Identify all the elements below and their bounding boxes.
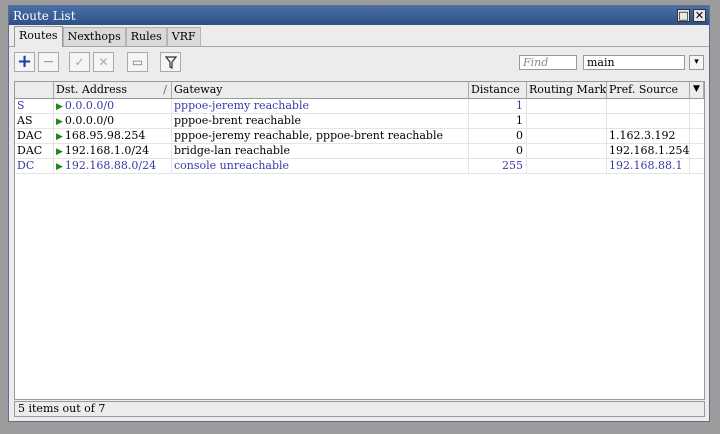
cell-pref bbox=[607, 99, 690, 113]
column-menu-icon[interactable]: ▼ bbox=[690, 82, 704, 98]
check-icon: ✓ bbox=[74, 55, 85, 69]
tab-rules[interactable]: Rules bbox=[125, 27, 167, 46]
cell-flags: DAC bbox=[15, 144, 54, 158]
cell-dst: ▶ 192.168.1.0/24 bbox=[54, 144, 172, 158]
route-active-icon: ▶ bbox=[56, 117, 63, 127]
title-bar[interactable]: Route List □ ✕ bbox=[9, 6, 709, 25]
column-flags[interactable] bbox=[15, 82, 54, 98]
minus-icon: − bbox=[42, 54, 55, 70]
column-dst-address[interactable]: Dst. Address / bbox=[54, 82, 172, 98]
comment-button[interactable]: ▭ bbox=[127, 52, 148, 72]
cell-distance: 0 bbox=[469, 129, 527, 143]
plus-icon: + bbox=[16, 51, 33, 72]
find-input[interactable]: Find bbox=[519, 55, 577, 70]
cell-dst-text: 192.168.88.0/24 bbox=[64, 159, 157, 172]
x-icon: ✕ bbox=[98, 55, 109, 69]
comment-icon: ▭ bbox=[131, 55, 144, 69]
cell-mark bbox=[527, 114, 607, 128]
cell-dst: ▶ 0.0.0.0/0 bbox=[54, 99, 172, 113]
cell-pref: 1.162.3.192 bbox=[607, 129, 690, 143]
sort-icon: / bbox=[163, 83, 167, 96]
cell-pref: 192.168.88.1 bbox=[607, 159, 690, 173]
column-label: Dst. Address bbox=[56, 83, 127, 96]
cell-flags: DAC bbox=[15, 129, 54, 143]
cell-flags: S bbox=[15, 99, 54, 113]
toolbar: + − ✓ ✕ ▭ Find main ▾ bbox=[9, 47, 709, 77]
filter-button[interactable] bbox=[160, 52, 181, 72]
cell-pref: 192.168.1.254 bbox=[609, 144, 690, 158]
status-bar: 5 items out of 7 bbox=[14, 401, 705, 417]
cell-distance: 0 bbox=[469, 144, 527, 158]
table-row[interactable]: AS ▶ 0.0.0.0/0 pppoe-brent reachable 1 bbox=[15, 114, 704, 129]
add-button[interactable]: + bbox=[14, 52, 35, 72]
column-routing-mark[interactable]: Routing Mark bbox=[527, 82, 607, 98]
cell-dst-text: 0.0.0.0/0 bbox=[64, 99, 115, 112]
disable-button[interactable]: ✕ bbox=[93, 52, 114, 72]
cell-dst: ▶ 192.168.88.0/24 bbox=[54, 159, 172, 173]
tab-vrf[interactable]: VRF bbox=[166, 27, 201, 46]
tab-nexthops[interactable]: Nexthops bbox=[62, 27, 126, 46]
cell-dst-text: 168.95.98.254 bbox=[64, 129, 146, 142]
table-row[interactable]: DC ▶ 192.168.88.0/24 console unreachable … bbox=[15, 159, 704, 174]
route-table: Dst. Address / Gateway Distance Routing … bbox=[14, 81, 705, 400]
cell-dst: ▶ 168.95.98.254 bbox=[54, 129, 172, 143]
remove-button[interactable]: − bbox=[38, 52, 59, 72]
filter-icon bbox=[164, 55, 177, 69]
route-active-icon: ▶ bbox=[56, 147, 63, 157]
tab-bar: Routes Nexthops Rules VRF bbox=[9, 25, 709, 47]
cell-mark bbox=[527, 99, 607, 113]
cell-mark bbox=[527, 129, 607, 143]
cell-distance: 1 bbox=[469, 114, 527, 128]
cell-flags: DC bbox=[15, 159, 54, 173]
window-title: Route List bbox=[13, 8, 76, 23]
route-active-icon: ▶ bbox=[56, 162, 63, 172]
table-row[interactable]: S ▶ 0.0.0.0/0 pppoe-jeremy reachable 1 bbox=[15, 99, 704, 114]
cell-gateway: bridge-lan reachable bbox=[172, 144, 469, 158]
route-active-icon: ▶ bbox=[56, 102, 63, 112]
table-header: Dst. Address / Gateway Distance Routing … bbox=[15, 82, 704, 99]
cell-dst-text: 192.168.1.0/24 bbox=[64, 144, 150, 157]
maximize-icon[interactable]: □ bbox=[677, 9, 690, 22]
close-icon[interactable]: ✕ bbox=[693, 9, 706, 22]
routing-table-select[interactable]: main bbox=[583, 55, 685, 70]
table-row[interactable]: DAC ▶ 192.168.1.0/24 bridge-lan reachable… bbox=[15, 144, 704, 159]
column-pref-source[interactable]: Pref. Source bbox=[607, 82, 690, 98]
cell-dst: ▶ 0.0.0.0/0 bbox=[54, 114, 172, 128]
cell-mark bbox=[527, 144, 607, 158]
cell-mark bbox=[527, 159, 607, 173]
column-gateway[interactable]: Gateway bbox=[172, 82, 469, 98]
cell-pref bbox=[607, 114, 690, 128]
cell-gateway: pppoe-jeremy reachable, pppoe-brent reac… bbox=[172, 129, 469, 143]
enable-button[interactable]: ✓ bbox=[69, 52, 90, 72]
tab-routes[interactable]: Routes bbox=[14, 26, 63, 47]
cell-gateway: pppoe-brent reachable bbox=[172, 114, 469, 128]
cell-gateway: pppoe-jeremy reachable bbox=[172, 99, 469, 113]
table-row[interactable]: DAC ▶ 168.95.98.254 pppoe-jeremy reachabl… bbox=[15, 129, 704, 144]
cell-distance: 255 bbox=[469, 159, 527, 173]
route-list-window: Route List □ ✕ Routes Nexthops Rules VRF… bbox=[8, 5, 710, 422]
route-active-icon: ▶ bbox=[56, 132, 63, 142]
column-distance[interactable]: Distance bbox=[469, 82, 527, 98]
cell-gateway: console unreachable bbox=[172, 159, 469, 173]
select-dropdown-icon[interactable]: ▾ bbox=[689, 55, 704, 70]
cell-dst-text: 0.0.0.0/0 bbox=[64, 114, 115, 127]
cell-distance: 1 bbox=[469, 99, 527, 113]
cell-flags: AS bbox=[15, 114, 54, 128]
